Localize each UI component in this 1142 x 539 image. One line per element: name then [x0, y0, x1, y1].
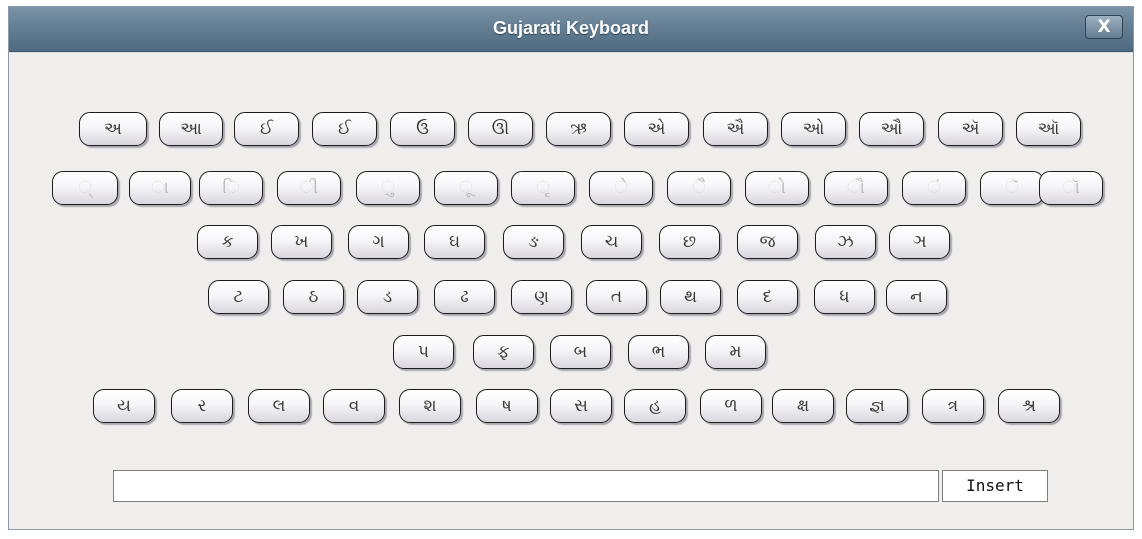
key-row4-6[interactable]: ત — [586, 280, 647, 314]
key-row4-10[interactable]: ન — [886, 280, 947, 314]
key-row5-2[interactable]: ફ — [473, 335, 534, 369]
key-row3-8[interactable]: જ — [737, 225, 798, 259]
text-input[interactable] — [113, 470, 939, 502]
key-row6-5[interactable]: શ — [399, 389, 461, 423]
key-row6-7[interactable]: સ — [550, 389, 612, 423]
key-row2-8[interactable]: ◌ે — [589, 171, 653, 205]
key-row5-1[interactable]: પ — [393, 335, 454, 369]
close-button[interactable]: X — [1085, 15, 1123, 39]
key-row6-2[interactable]: ર — [171, 389, 233, 423]
key-row1-11[interactable]: ઔ — [859, 112, 924, 146]
key-row6-9[interactable]: ળ — [700, 389, 762, 423]
title-bar: Gujarati Keyboard X — [9, 7, 1133, 52]
key-row2-9[interactable]: ◌ૈ — [667, 171, 731, 205]
key-row5-3[interactable]: બ — [550, 335, 611, 369]
key-row1-9[interactable]: ઐ — [703, 112, 768, 146]
key-row3-5[interactable]: ઙ — [503, 225, 564, 259]
key-row2-1[interactable]: ◌્ — [52, 171, 118, 205]
key-row2-12[interactable]: ◌ં — [902, 171, 966, 205]
key-row1-1[interactable]: અ — [79, 112, 147, 146]
key-row2-2[interactable]: ◌ા — [129, 171, 191, 205]
key-row3-7[interactable]: છ — [659, 225, 720, 259]
key-row6-4[interactable]: વ — [323, 389, 385, 423]
key-row2-11[interactable]: ◌ૌ — [824, 171, 888, 205]
key-row4-3[interactable]: ડ — [357, 280, 418, 314]
key-row2-5[interactable]: ◌ુ — [356, 171, 420, 205]
key-row2-7[interactable]: ◌ૃ — [511, 171, 575, 205]
key-row1-10[interactable]: ઓ — [781, 112, 846, 146]
key-row6-10[interactable]: ક્ષ — [772, 389, 834, 423]
key-row1-12[interactable]: ઍ — [938, 112, 1003, 146]
key-row4-8[interactable]: દ — [737, 280, 798, 314]
key-row2-10[interactable]: ◌ો — [745, 171, 809, 205]
key-row3-6[interactable]: ચ — [581, 225, 642, 259]
key-row6-12[interactable]: ત્ર — [922, 389, 984, 423]
key-row6-1[interactable]: ય — [93, 389, 155, 423]
key-row6-8[interactable]: હ — [624, 389, 686, 423]
key-row4-5[interactable]: ણ — [511, 280, 572, 314]
key-row1-7[interactable]: ઋ — [546, 112, 611, 146]
key-row2-3[interactable]: ◌િ — [199, 171, 263, 205]
key-row1-2[interactable]: આ — [159, 112, 223, 146]
key-row1-4[interactable]: ઈ — [312, 112, 377, 146]
key-row5-5[interactable]: મ — [705, 335, 766, 369]
key-row3-4[interactable]: ઘ — [424, 225, 485, 259]
keyboard-window: Gujarati Keyboard X અ આ ઈ ઈ ઉ ઊ ઋ એ ઐ ઓ ઔ ઍ ઑ ◌્ ◌ા ◌િ ◌… — [8, 6, 1134, 530]
key-row2-13[interactable]: ◌ૅ — [980, 171, 1044, 205]
key-row1-3[interactable]: ઈ — [234, 112, 299, 146]
key-row6-3[interactable]: લ — [248, 389, 310, 423]
key-row6-11[interactable]: જ્ઞ — [846, 389, 908, 423]
key-row4-1[interactable]: ટ — [208, 280, 269, 314]
key-row3-3[interactable]: ગ — [348, 225, 409, 259]
key-row2-6[interactable]: ◌ૂ — [434, 171, 498, 205]
key-row4-9[interactable]: ધ — [814, 280, 875, 314]
key-row3-2[interactable]: ખ — [271, 225, 332, 259]
key-row4-4[interactable]: ઢ — [434, 280, 495, 314]
key-row3-10[interactable]: ઞ — [889, 225, 950, 259]
window-title: Gujarati Keyboard — [492, 18, 650, 38]
key-row5-4[interactable]: ભ — [628, 335, 689, 369]
key-row3-1[interactable]: ક — [197, 225, 258, 259]
insert-button[interactable]: Insert — [942, 470, 1048, 502]
key-row2-4[interactable]: ◌ી — [277, 171, 341, 205]
key-row2-14[interactable]: ◌ૉ — [1039, 171, 1103, 205]
key-row6-6[interactable]: ષ — [476, 389, 538, 423]
key-row3-9[interactable]: ઝ — [815, 225, 876, 259]
key-row1-13[interactable]: ઑ — [1016, 112, 1081, 146]
key-row1-6[interactable]: ઊ — [468, 112, 533, 146]
key-row6-13[interactable]: શ્ર — [998, 389, 1060, 423]
key-row1-8[interactable]: એ — [624, 112, 689, 146]
key-row1-5[interactable]: ઉ — [390, 112, 455, 146]
key-row4-7[interactable]: થ — [660, 280, 721, 314]
key-row4-2[interactable]: ઠ — [283, 280, 344, 314]
